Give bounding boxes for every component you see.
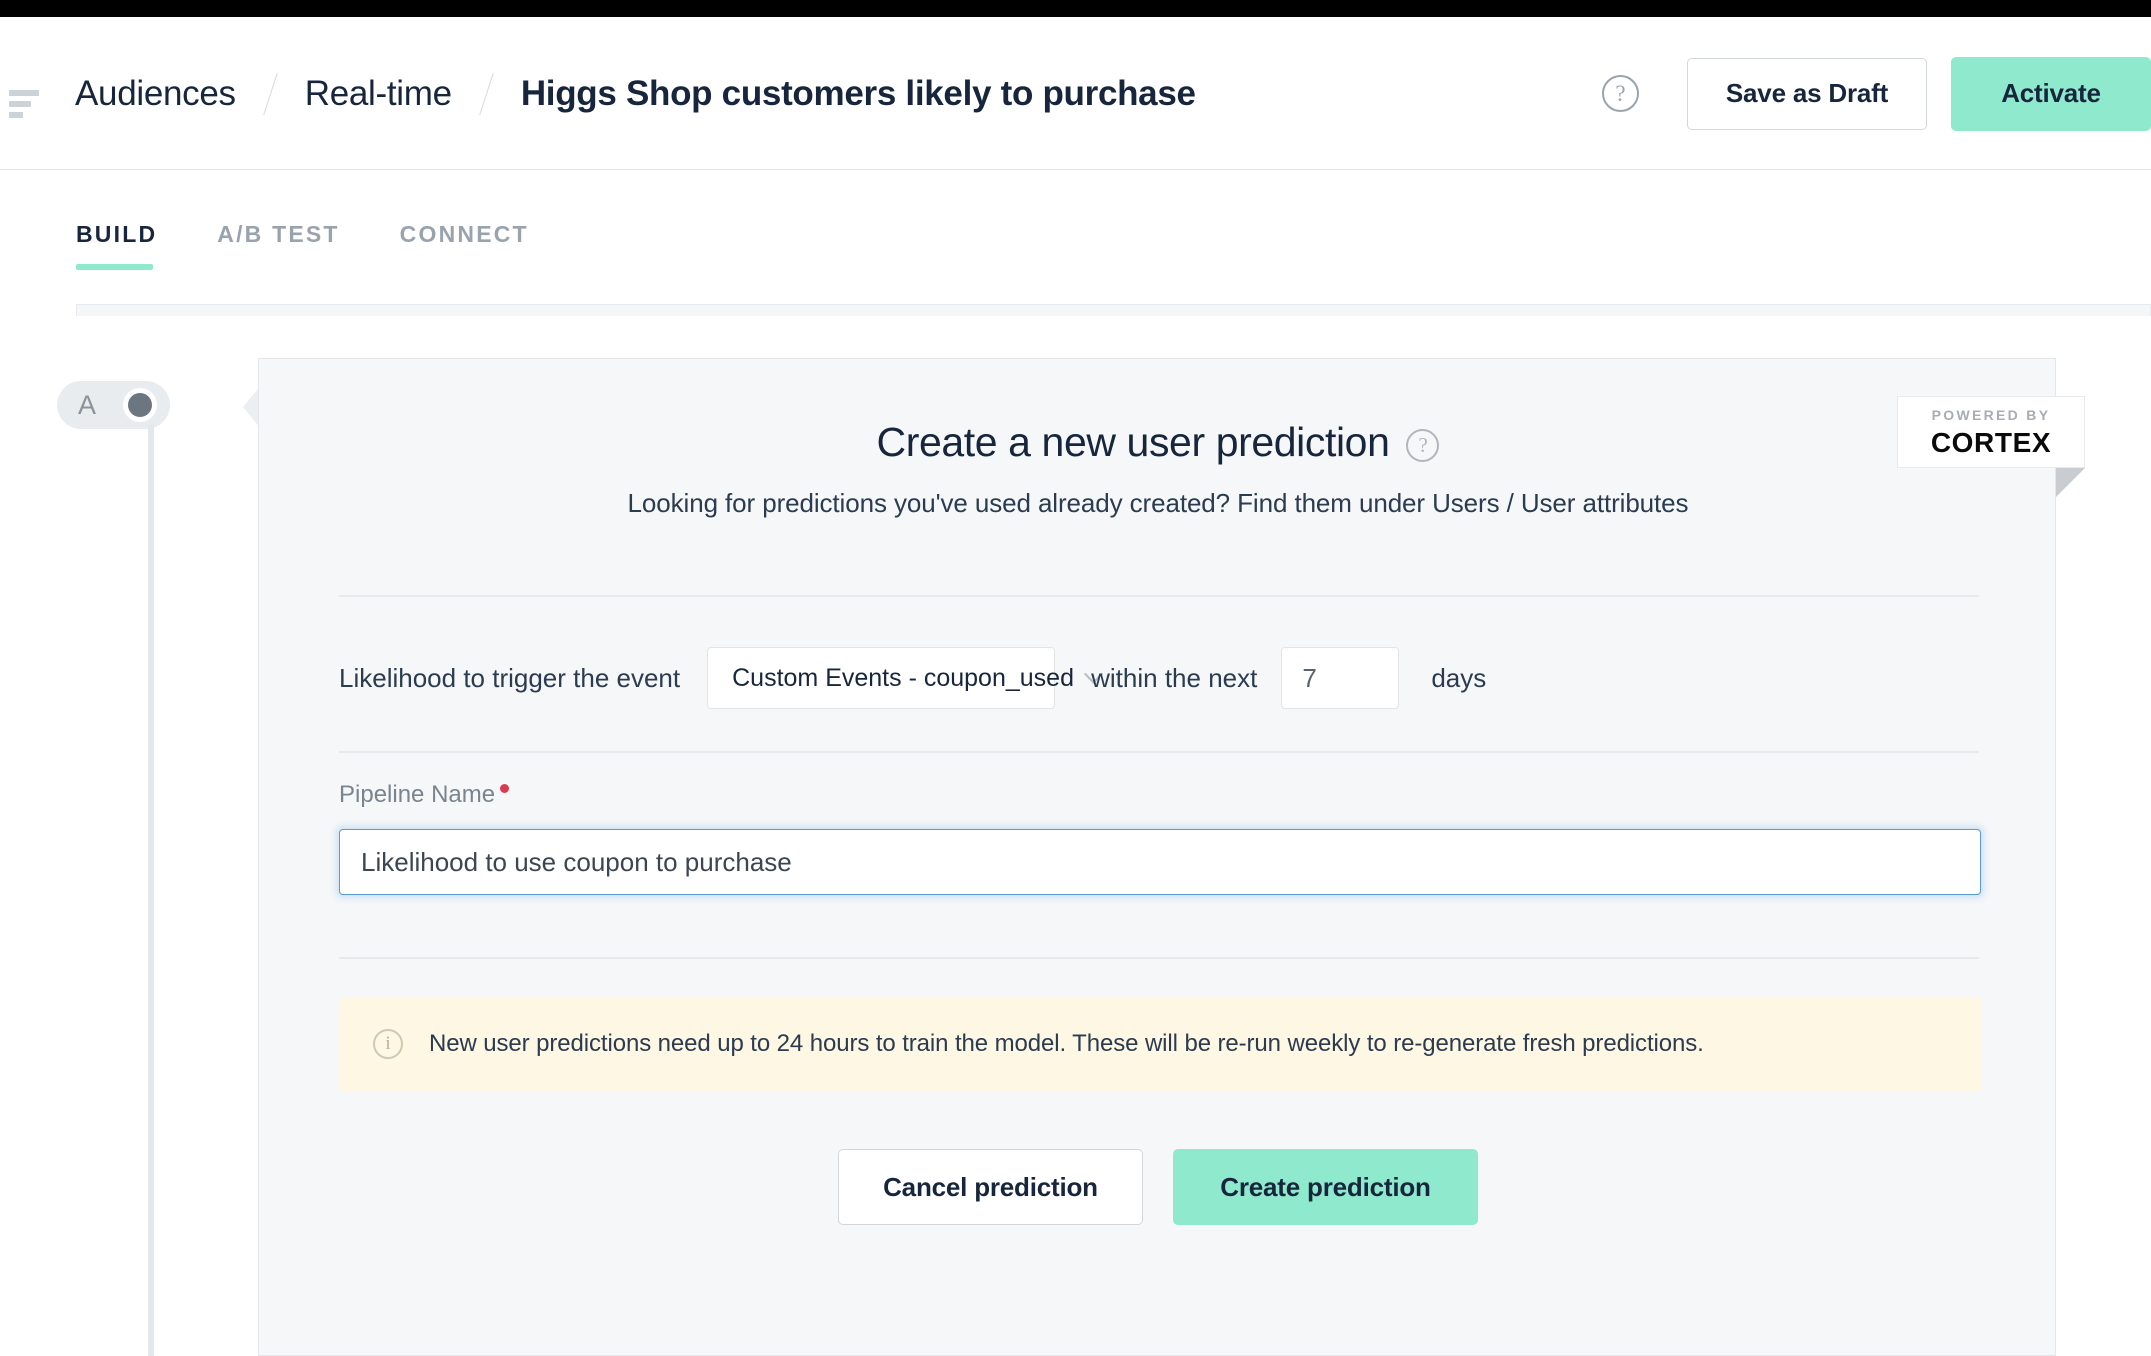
tab-build[interactable]: BUILD xyxy=(76,221,157,270)
powered-by-label: POWERED BY xyxy=(1931,406,2051,423)
flow-connector-line xyxy=(148,425,154,1356)
hamburger-line-2 xyxy=(9,101,31,107)
card-action-bar: Cancel prediction Create prediction xyxy=(259,1149,2057,1225)
days-unit-label: days xyxy=(1431,662,1487,693)
within-next-label: within the next xyxy=(1091,662,1258,693)
page-title: Higgs Shop customers likely to purchase xyxy=(520,73,1196,113)
hamburger-line-3 xyxy=(9,112,23,118)
top-black-strip xyxy=(0,0,2151,17)
powered-by-cortex-badge: POWERED BY CORTEX xyxy=(1897,396,2085,468)
app-header: Audiences Real-time Higgs Shop customers… xyxy=(0,17,2151,170)
card-title-help-icon[interactable]: ? xyxy=(1406,429,1440,462)
breadcrumb: Audiences Real-time Higgs Shop customers… xyxy=(75,17,1196,170)
hamburger-menu-icon[interactable] xyxy=(9,90,41,118)
event-select[interactable]: Custom Events - coupon_used xyxy=(707,647,1103,709)
card-header: Create a new user prediction ? Looking f… xyxy=(259,419,2057,519)
info-banner: i New user predictions need up to 24 hou… xyxy=(339,997,1981,1091)
breadcrumb-realtime[interactable]: Real-time xyxy=(305,74,452,114)
card-title: Create a new user prediction xyxy=(876,419,1390,465)
cortex-brand-label: CORTEX xyxy=(1930,426,2052,458)
divider-top xyxy=(339,595,1979,597)
ribbon-fold-icon xyxy=(2056,468,2085,497)
cancel-prediction-button[interactable]: Cancel prediction xyxy=(838,1149,1143,1225)
event-config-row: Likelihood to trigger the event Custom E… xyxy=(339,647,1486,709)
card-subtitle: Looking for predictions you've used alre… xyxy=(627,488,1689,518)
pipeline-name-label-text: Pipeline Name xyxy=(339,781,496,808)
info-banner-text: New user predictions need up to 24 hours… xyxy=(429,1030,1704,1057)
pipeline-name-input[interactable]: Likelihood to use coupon to purchase xyxy=(339,829,1981,895)
tab-bar: BUILD A/B TEST CONNECT xyxy=(0,171,2151,281)
flow-node-label: A xyxy=(78,389,97,420)
card-title-row: Create a new user prediction ? xyxy=(877,419,1440,466)
info-icon: i xyxy=(373,1029,403,1059)
pipeline-name-label: Pipeline Name xyxy=(339,781,510,809)
divider-middle xyxy=(339,751,1979,753)
breadcrumb-separator-icon xyxy=(479,72,494,115)
tab-connect[interactable]: CONNECT xyxy=(400,221,529,270)
save-as-draft-button[interactable]: Save as Draft xyxy=(1687,57,1927,130)
create-prediction-card: Create a new user prediction ? Looking f… xyxy=(258,358,2056,1356)
app-root: Audiences Real-time Higgs Shop customers… xyxy=(0,0,2151,1356)
tab-ab-test[interactable]: A/B TEST xyxy=(217,221,339,270)
required-indicator-icon xyxy=(500,784,510,793)
activate-button[interactable]: Activate xyxy=(1951,56,2151,131)
canvas-top-strip xyxy=(76,304,2151,316)
event-select-value: Custom Events - coupon_used xyxy=(732,663,1074,692)
hamburger-line-1 xyxy=(9,90,39,96)
create-prediction-button[interactable]: Create prediction xyxy=(1173,1149,1478,1225)
breadcrumb-separator-icon xyxy=(262,72,278,115)
event-row-label: Likelihood to trigger the event xyxy=(339,662,681,693)
breadcrumb-audiences[interactable]: Audiences xyxy=(75,74,236,114)
flow-node-handle[interactable] xyxy=(123,388,157,422)
flow-node-a[interactable]: A xyxy=(57,381,170,429)
divider-bottom xyxy=(339,957,1979,959)
help-icon[interactable]: ? xyxy=(1602,75,1639,112)
header-actions: ? Save as Draft Activate xyxy=(1602,17,2151,170)
flow-node-dot-icon xyxy=(128,393,152,417)
days-input[interactable]: 7 xyxy=(1281,647,1400,709)
